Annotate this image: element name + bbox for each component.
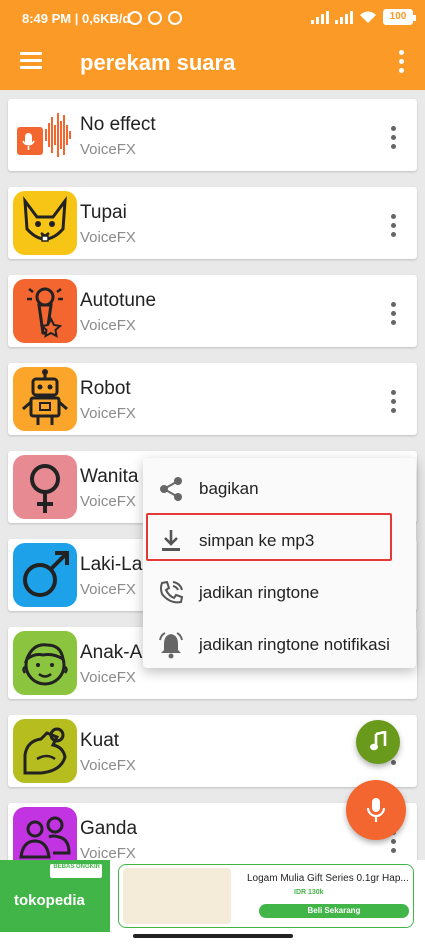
product-price: IDR 130k — [294, 889, 324, 896]
item-overflow-icon[interactable] — [383, 126, 403, 149]
list-item[interactable]: No effect VoiceFX — [8, 99, 417, 171]
robot-icon — [13, 367, 77, 431]
notification-icon — [168, 11, 182, 25]
menu-item-label: simpan ke mp3 — [199, 531, 315, 550]
item-overflow-icon[interactable] — [383, 390, 403, 413]
strong-arm-icon — [13, 719, 77, 783]
phone-ringing-icon — [160, 580, 184, 604]
battery-icon: 100 — [383, 9, 416, 25]
music-note-icon — [370, 731, 387, 751]
menu-item-label: bagikan — [199, 479, 259, 498]
tokopedia-logo: BEBAS ONGKIR tokopedia — [0, 860, 110, 932]
item-overflow-icon[interactable] — [383, 302, 403, 325]
microphone-star-icon — [13, 279, 77, 343]
effect-subtitle: VoiceFX — [80, 581, 136, 598]
ad-banner[interactable]: BEBAS ONGKIR tokopedia Logam Mulia Gift … — [0, 860, 425, 932]
buy-now-button[interactable]: Beli Sekarang — [259, 904, 409, 918]
menu-icon[interactable] — [20, 52, 42, 70]
menu-item-label: jadikan ringtone notifikasi — [199, 635, 390, 654]
item-overflow-icon[interactable] — [383, 214, 403, 237]
effect-subtitle: VoiceFX — [80, 317, 136, 334]
list-item[interactable]: Robot VoiceFX — [8, 363, 417, 435]
menu-item-label: jadikan ringtone — [199, 583, 320, 602]
effect-name: Robot — [80, 378, 131, 399]
effect-name: Kuat — [80, 730, 120, 751]
effect-subtitle: VoiceFX — [80, 757, 136, 774]
status-bar: 8:49 PM | 0,6KB/d 100 — [0, 0, 425, 36]
male-symbol-icon — [13, 543, 77, 607]
effect-name: Ganda — [80, 818, 138, 839]
app-title: perekam suara — [80, 50, 236, 75]
product-title: Logam Mulia Gift Series 0.1gr Hap... — [247, 873, 409, 884]
child-face-icon — [13, 631, 77, 695]
squirrel-icon — [13, 191, 77, 255]
effect-name: Wanita — [80, 466, 139, 487]
app-bar: 8:49 PM | 0,6KB/d 100 perekam suara — [0, 0, 425, 90]
effect-subtitle: VoiceFX — [80, 141, 136, 158]
waveform-mic-icon — [13, 103, 77, 167]
bell-icon — [159, 632, 183, 659]
alarm-icon — [128, 11, 142, 25]
list-item[interactable]: Kuat VoiceFX — [8, 715, 417, 787]
effect-name: Laki-La — [80, 554, 143, 575]
product-image — [123, 868, 231, 924]
effect-name: No effect — [80, 114, 156, 135]
effect-subtitle: VoiceFX — [80, 229, 136, 246]
brand-name: tokopedia — [14, 892, 85, 909]
status-time: 8:49 PM | 0,6KB/d — [22, 11, 131, 26]
effect-name: Anak-A — [80, 642, 143, 663]
record-fab[interactable] — [346, 780, 406, 840]
menu-item-set-notification-ringtone[interactable]: jadikan ringtone notifikasi — [143, 619, 416, 669]
list-item[interactable]: Autotune VoiceFX — [8, 275, 417, 347]
context-menu: bagikan simpan ke mp3 jadikan ringtone j… — [143, 458, 416, 668]
effect-name: Tupai — [80, 202, 127, 223]
effect-name: Autotune — [80, 290, 157, 311]
effect-subtitle: VoiceFX — [80, 405, 136, 422]
music-fab[interactable] — [356, 720, 400, 764]
notification-icon — [148, 11, 162, 25]
menu-item-save-mp3[interactable]: simpan ke mp3 — [143, 515, 416, 565]
list-item[interactable]: Tupai VoiceFX — [8, 187, 417, 259]
overflow-menu-icon[interactable] — [391, 50, 411, 73]
share-icon — [160, 477, 182, 501]
signal-icon — [335, 10, 353, 24]
effect-subtitle: VoiceFX — [80, 669, 136, 686]
effect-subtitle: VoiceFX — [80, 493, 136, 510]
free-shipping-badge: BEBAS ONGKIR — [50, 864, 102, 878]
menu-item-share[interactable]: bagikan — [143, 463, 416, 513]
ad-product-card[interactable]: Logam Mulia Gift Series 0.1gr Hap... IDR… — [118, 864, 414, 928]
signal-icon — [311, 10, 329, 24]
home-indicator[interactable] — [133, 934, 293, 938]
microphone-icon — [366, 798, 386, 822]
female-symbol-icon — [13, 455, 77, 519]
menu-item-set-ringtone[interactable]: jadikan ringtone — [143, 567, 416, 617]
download-icon — [162, 530, 180, 551]
wifi-icon — [360, 11, 376, 23]
gesture-navbar — [0, 932, 425, 944]
